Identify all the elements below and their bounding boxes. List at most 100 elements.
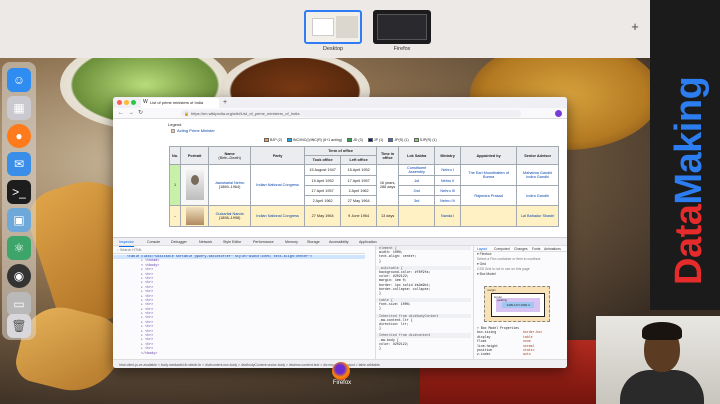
tab-computed[interactable]: Computed [494,246,510,252]
col-name[interactable]: Name (Birth–Death) [208,146,252,165]
col-time-in-office[interactable]: Time in office [376,146,400,165]
margin-label: margin [487,288,496,292]
cell-ministry[interactable]: Nehru III [434,185,462,196]
firefox-window: W List of prime ministers of India + ← →… [113,97,567,368]
launchpad-icon[interactable]: ▦ [7,96,31,120]
url-bar[interactable]: 🔒 https://en.wikipedia.org/wiki/List_of_… [181,110,521,117]
col-portrait: Portrait [180,146,210,165]
cell-took-office: 2 April 1962 [304,195,342,206]
firefox-icon[interactable]: ● [7,124,31,148]
tab-fonts[interactable]: Fonts [532,246,540,252]
cell-name[interactable]: Jawaharlal Nehru (1889–1964) [208,164,252,206]
cell-left-office: 17 April 1957 [340,175,378,186]
terminal-icon[interactable]: >_ [7,180,31,204]
cell-senior-advisor[interactable]: Mahatma Gandhi Indira Gandhi [516,164,560,186]
party-name[interactable]: JD [353,138,357,142]
close-window-button[interactable] [117,100,122,105]
devtools-panel: Inspector Console Debugger Network Style… [113,237,567,368]
box-model-section[interactable]: ▾ Box Model [474,272,567,277]
cell-ministry[interactable]: Nanda I [434,205,462,227]
atom-icon[interactable]: ⚛ [7,236,31,260]
cell-senior-advisor[interactable]: Indira Gandhi [516,185,560,206]
trash-icon[interactable]: 🗑 [7,314,31,338]
tab-layout[interactable]: Layout [477,246,487,252]
tab-accessibility[interactable]: Accessibility [329,238,349,246]
space-firefox-label: Firefox [393,46,411,52]
obs-icon[interactable]: ◉ [7,264,31,288]
tab-style-editor[interactable]: Style Editor [223,238,241,246]
html-search-input[interactable] [120,248,321,252]
cell-appointed-by[interactable]: The Earl Mountbatten of Burma [460,164,518,186]
space-firefox-thumbnail[interactable] [373,10,431,44]
tab-prime-ministers[interactable]: W List of prime ministers of India [141,98,219,108]
dock: ☺ ▦ ● ✉ >_ ▣ ⚛ ◉ ▭ 🗑 [2,62,36,340]
party-count: (3) [358,138,363,142]
cell-lok-sabha[interactable]: 2nd [398,185,436,196]
cell-ministry[interactable]: Nehru II [434,175,462,186]
back-icon[interactable]: ← [118,108,124,119]
cell-ministry[interactable]: Nehru I [434,164,462,176]
cell-ministry[interactable]: Nehru IV [434,195,462,206]
tab-console[interactable]: Console [147,238,160,246]
webcam-overlay [596,316,720,404]
cell-appointed-by[interactable]: Rajendra Prasad [460,185,518,206]
firefox-dock-icon[interactable] [332,362,350,380]
portrait-nanda[interactable] [185,207,204,225]
party-name[interactable]: JP [374,138,378,142]
css-rule-line[interactable]: } [376,346,471,350]
cell-lok-sabha[interactable]: 3rd [398,195,436,206]
col-left-office[interactable]: Left office [340,155,378,165]
tab-storage[interactable]: Storage [307,238,320,246]
cell-senior-advisor[interactable]: Lal Bahadur Shastri [516,205,560,227]
col-no[interactable]: No. [168,146,182,165]
cell-portrait[interactable] [180,164,210,206]
forward-icon[interactable]: → [128,108,134,119]
cell-name[interactable]: Gulzarilal Nanda (1898–1998) [208,205,252,227]
party-swatch [367,138,373,143]
dom-node[interactable]: </tbody> [113,352,365,356]
add-space-button[interactable]: + [628,20,642,34]
cell-left-office: 9 June 1964 [340,205,378,227]
space-desktop-thumbnail[interactable] [304,10,362,44]
new-tab-button[interactable]: + [223,97,227,108]
col-took-office[interactable]: Took office [304,155,342,165]
col-appointed-by[interactable]: Appointed by [460,146,518,165]
tab-debugger[interactable]: Debugger [171,238,187,246]
reload-icon[interactable]: ↻ [138,108,143,119]
legend-acting-label[interactable]: Acting Prime Minister [177,128,215,133]
col-senior-advisor[interactable]: Senior Advisor [516,146,560,165]
box-property-name: z-index [477,352,491,357]
party-name[interactable]: INC/INC(I)/INC(R) [293,138,322,142]
col-ministry[interactable]: Ministry [434,146,462,165]
cell-party[interactable]: Indian National Congress [250,205,306,227]
cell-portrait[interactable] [180,205,210,227]
minimize-window-button[interactable] [124,100,129,105]
prime-ministers-table: No. Portrait Name (Birth–Death) Party Ter… [168,146,560,227]
party-name[interactable]: BJP [270,138,277,142]
zoom-window-button[interactable] [131,100,136,105]
account-avatar[interactable] [555,110,562,117]
col-party[interactable]: Party [250,146,306,165]
tab-memory[interactable]: Memory [285,238,298,246]
tab-application[interactable]: Application [359,238,377,246]
tab-animations[interactable]: Animations [544,246,561,252]
tab-bar: W List of prime ministers of India + [113,97,567,108]
disk-icon[interactable]: ▭ [7,292,31,316]
tab-changes[interactable]: Changes [514,246,528,252]
mail-icon[interactable]: ✉ [7,152,31,176]
col-lok-sabha[interactable]: Lok Sabha [398,146,436,165]
finder-icon[interactable]: ☺ [7,68,31,92]
cell-lok-sabha[interactable]: 1st [398,175,436,186]
navigation-bar: ← → ↻ 🔒 https://en.wikipedia.org/wiki/Li… [113,108,567,119]
cell-party[interactable]: Indian National Congress [250,164,306,206]
tab-performance[interactable]: Performance [253,238,274,246]
space-desktop-label: Desktop [322,46,344,52]
portrait-nehru[interactable] [185,170,204,200]
party-name[interactable]: JP(S) [394,138,403,142]
tab-network[interactable]: Network [199,238,212,246]
cell-time-in-office: 16 years, 286 days [376,164,400,206]
cell-lok-sabha[interactable]: Constituent Assembly [398,164,436,176]
party-name[interactable]: SJP(R) [420,138,432,142]
box-property-value[interactable]: auto [523,352,531,356]
preview-icon[interactable]: ▣ [7,208,31,232]
